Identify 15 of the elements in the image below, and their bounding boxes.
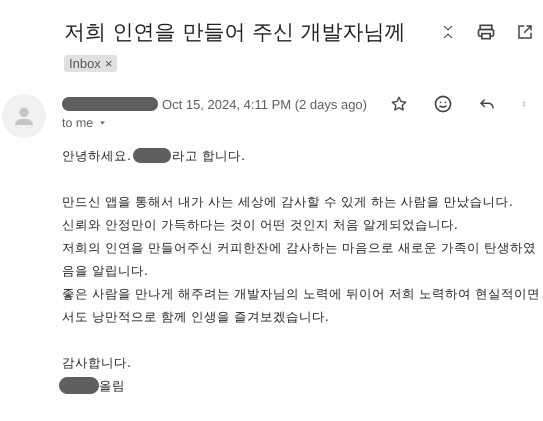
body-text: 음을 알립니다. — [62, 262, 149, 280]
body-text: 신뢰와 안정만이 가득하다는 것이 어떤 것인지 처음 알게되었습니다. — [62, 216, 459, 234]
body-text: 만드신 앱을 통해서 내가 사는 세상에 감사할 수 있게 하는 사람을 만났습니다. — [62, 193, 514, 211]
body-text: 안녕하세요. — [62, 147, 131, 165]
body-text: 라고 합니다. — [172, 147, 245, 165]
body-text: 올림 — [99, 377, 125, 395]
recipient-label: to me — [62, 116, 94, 130]
body-text: 서도 낭만적으로 함께 인생을 즐겨보겠습니다. — [62, 308, 330, 326]
body-text: 감사합니다. — [62, 354, 132, 372]
message-date: Oct 15, 2024, 4:11 PM (2 days ago) — [162, 96, 367, 112]
label-chip[interactable]: Inbox × — [64, 55, 118, 72]
body-text: 좋은 사람을 만나게 해주려는 개발자님의 노력에 뒤이어 저희 노력하여 현실적이면 — [62, 285, 541, 303]
body-text: 저희의 인연을 만들어주신 커피한잔에 감사하는 마음으로 새로운 가족이 탄생하였 — [62, 239, 537, 257]
email-subject: 저희 인연을 만들어 주신 개발자님께 — [64, 19, 407, 46]
remove-label-button[interactable]: × — [104, 56, 112, 71]
